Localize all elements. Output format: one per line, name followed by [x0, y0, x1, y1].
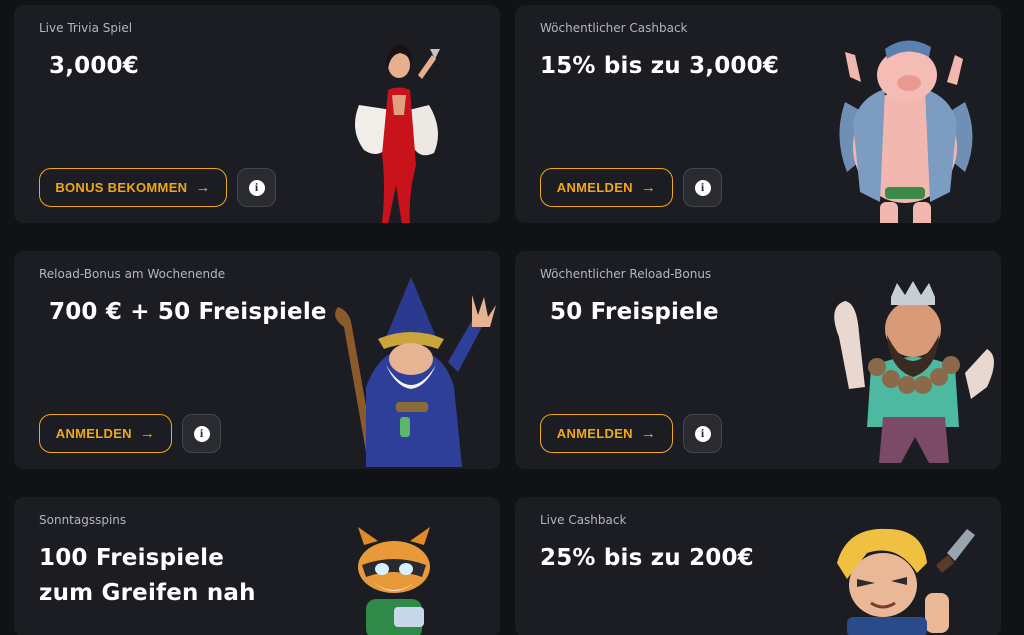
raccoon-character-icon — [358, 527, 430, 635]
promo-label: Live Cashback — [540, 513, 627, 527]
button-label: ANMELDEN — [556, 426, 633, 441]
promo-card-sunday-spins: Sonntagsspins 100 Freispiele zum Greifen… — [14, 497, 500, 635]
promo-title: 3,000€ — [49, 53, 139, 79]
arrow-right-icon: → — [640, 425, 657, 442]
blonde-hero-icon — [837, 528, 975, 635]
bonus-bekommen-button[interactable]: BONUS BEKOMMEN → — [39, 168, 227, 207]
promo-title: 100 Freispiele zum Greifen nah — [39, 541, 256, 611]
promo-label: Sonntagsspins — [39, 513, 127, 527]
info-button[interactable]: i — [683, 414, 722, 453]
promo-title-line-2: zum Greifen nah — [39, 580, 256, 606]
promo-title-line-1: 100 Freispiele — [39, 545, 225, 571]
info-button[interactable]: i — [237, 168, 276, 207]
promo-card-weekly-cashback: Wöchentlicher Cashback 15% bis zu 3,000€… — [515, 5, 1001, 223]
info-button[interactable]: i — [182, 414, 221, 453]
promo-card-live-trivia: Live Trivia Spiel 3,000€ BONUS BEKOMMEN … — [14, 5, 500, 223]
info-icon: i — [694, 425, 711, 442]
arrow-right-icon: → — [195, 179, 211, 196]
woman-in-red-dress-icon — [355, 45, 440, 223]
info-icon: i — [193, 425, 210, 442]
promo-card-weekend-reload: Reload-Bonus am Wochenende 700 € + 50 Fr… — [14, 251, 500, 469]
promo-title: 50 Freispiele — [550, 299, 719, 325]
info-button[interactable]: i — [683, 168, 722, 207]
promo-title: 700 € + 50 Freispiele — [49, 299, 327, 325]
promo-card-weekly-reload: Wöchentlicher Reload-Bonus 50 Freispiele… — [515, 251, 1001, 469]
info-icon: i — [248, 179, 265, 196]
anmelden-button[interactable]: ANMELDEN → — [39, 414, 172, 453]
anmelden-button[interactable]: ANMELDEN → — [540, 414, 673, 453]
arrow-right-icon: → — [640, 179, 657, 196]
button-label: BONUS BEKOMMEN — [55, 180, 188, 195]
promo-label: Wöchentlicher Cashback — [540, 21, 688, 35]
promo-title: 25% bis zu 200€ — [540, 545, 754, 571]
promo-title: 15% bis zu 3,000€ — [540, 53, 780, 79]
promo-card-live-cashback: Live Cashback 25% bis zu 200€ — [515, 497, 1001, 635]
wizard-character-icon — [335, 277, 496, 467]
promo-label: Live Trivia Spiel — [39, 21, 133, 35]
promo-label: Wöchentlicher Reload-Bonus — [540, 267, 712, 281]
info-icon: i — [694, 179, 711, 196]
arrow-right-icon: → — [139, 425, 156, 442]
button-label: ANMELDEN — [55, 426, 132, 441]
anmelden-button[interactable]: ANMELDEN → — [540, 168, 673, 207]
button-label: ANMELDEN — [556, 180, 633, 195]
pig-character-icon — [839, 40, 973, 223]
promo-label: Reload-Bonus am Wochenende — [39, 267, 226, 281]
bearded-warrior-icon — [834, 281, 994, 463]
